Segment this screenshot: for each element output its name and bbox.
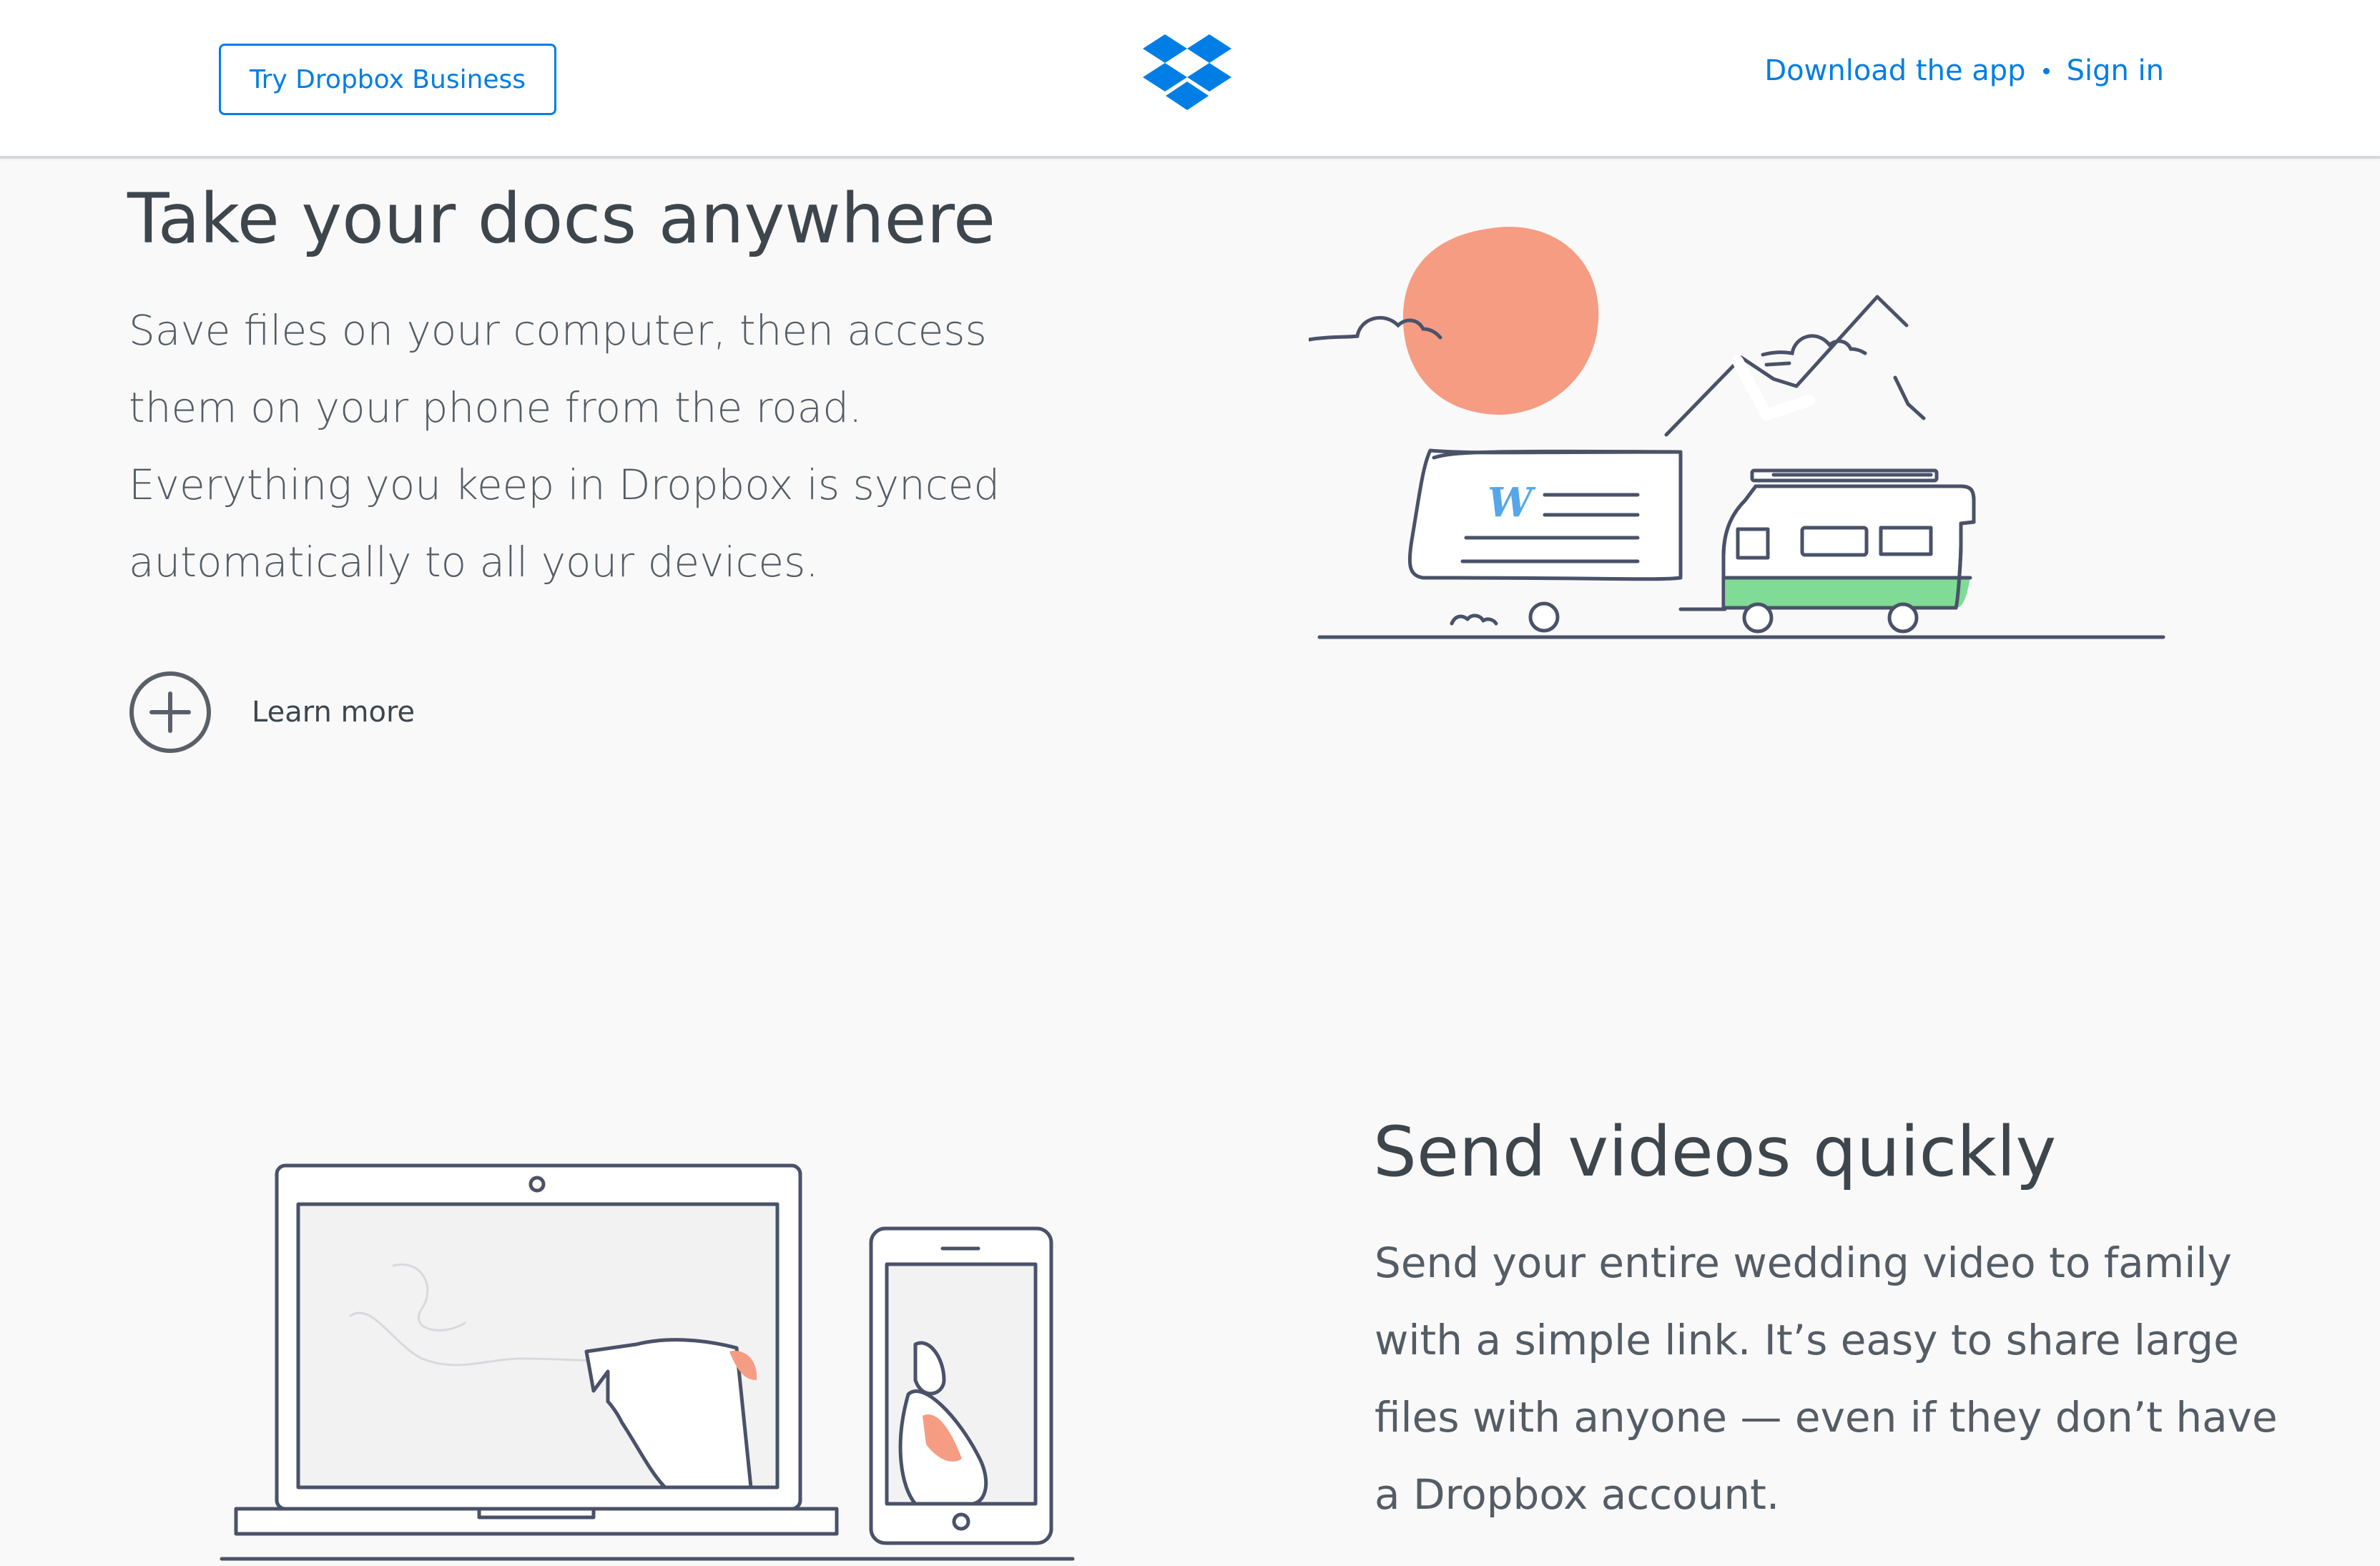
- download-app-link[interactable]: Download the app: [1764, 54, 2025, 87]
- videos-section-body: Send your entire wedding video to family…: [1375, 1238, 2278, 1519]
- learn-more-label: Learn more: [252, 696, 415, 729]
- header-links: Download the app Sign in: [1764, 54, 2164, 87]
- word-document-badge: W: [1488, 479, 1536, 526]
- plus-circle-icon[interactable]: [129, 671, 212, 754]
- separator-dot: [2042, 67, 2050, 74]
- sign-in-link[interactable]: Sign in: [2067, 54, 2164, 87]
- camper-van-icon: [1721, 468, 1976, 634]
- docs-section-body: Save files on your computer, then access…: [129, 306, 1000, 586]
- try-dropbox-business-button[interactable]: Try Dropbox Business: [219, 44, 556, 115]
- docs-section-title: Take your docs anywhere: [127, 179, 996, 259]
- sun-icon: [1402, 227, 1599, 415]
- camper-trailer-illustration: W: [1309, 227, 2165, 639]
- devices-illustration: [220, 1163, 1075, 1561]
- learn-more-link[interactable]: Learn more: [129, 671, 415, 754]
- mountains-icon: [1664, 295, 1926, 437]
- document-trailer-icon: W: [1407, 448, 1683, 633]
- dropbox-logo-icon[interactable]: [1143, 34, 1231, 114]
- top-header: Try Dropbox Business Download the app Si…: [0, 0, 2380, 159]
- videos-section-title: Send videos quickly: [1373, 1112, 2057, 1192]
- try-dropbox-business-label: Try Dropbox Business: [249, 64, 526, 94]
- phone-icon: [869, 1226, 1053, 1545]
